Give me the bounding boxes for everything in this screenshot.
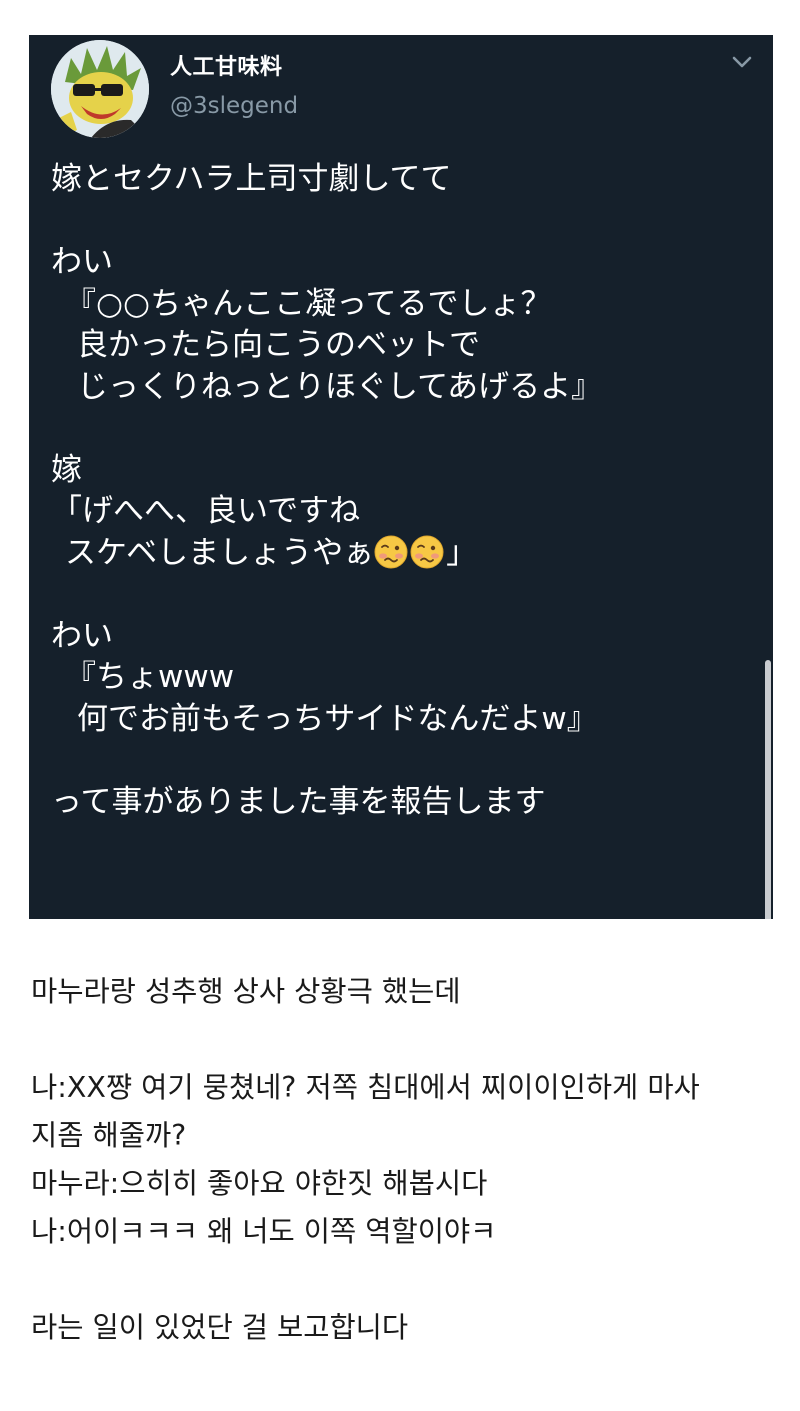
tweet-line: 良かったら向こうのベットで — [77, 327, 480, 363]
chevron-down-icon[interactable] — [729, 49, 755, 75]
translation-line: 마누라:으히히 좋아요 야한짓 해봅시다 — [31, 1167, 488, 1200]
tweet-line: わい — [51, 617, 113, 654]
tweet-card: 人工甘味料 @3slegend 嫁とセクハラ上司寸劇してて わい 『○○ちゃんこ… — [29, 35, 773, 919]
translation-line: 지좀 해줄까? — [31, 1119, 187, 1152]
tweet-line-text: 」 — [446, 534, 478, 571]
woozy-face-emoji — [410, 535, 444, 568]
translation-line: 나:XX쨩 여기 뭉쳤네? 저쪽 침대에서 찌이이인하게 마사 — [31, 1071, 700, 1104]
tweet-line: わい — [51, 244, 113, 280]
tweet-line-text: スケベしましょうやぁ — [65, 534, 375, 571]
translation-text: 마누라랑 성추행 상사 상황극 했는데 나:XX쨩 여기 뭉쳤네? 저쪽 침대에… — [31, 968, 771, 1352]
user-handle[interactable]: @3slegend — [170, 93, 298, 119]
avatar[interactable] — [51, 40, 149, 138]
tweet-line: じっくりねっとりほぐしてあげるよ』 — [77, 368, 603, 405]
avatar-image — [51, 40, 149, 138]
tweet-line: 嫁とセクハラ上司寸劇してて — [51, 161, 452, 197]
tweet-line: 何でお前もそっちサイドなんだよw』 — [77, 700, 598, 737]
display-name[interactable]: 人工甘味料 — [170, 49, 283, 81]
translation-line: 라는 일이 있었단 걸 보고합니다 — [31, 1311, 409, 1344]
woozy-face-emoji — [374, 535, 408, 568]
tweet-line: 『ちょwww — [65, 659, 235, 695]
tweet-line: スケベしましょうやぁ 」 — [51, 533, 751, 575]
translation-line: 마누라랑 성추행 상사 상황극 했는데 — [31, 975, 461, 1008]
scrollbar[interactable] — [765, 660, 771, 919]
tweet-line: 嫁 — [51, 451, 82, 488]
tweet-line: 『○○ちゃんここ凝ってるでしょ？ — [65, 285, 552, 322]
tweet-line: って事がありました事を報告します — [51, 783, 546, 820]
tweet-text: 嫁とセクハラ上司寸劇してて わい 『○○ちゃんここ凝ってるでしょ？ 良かったら向… — [51, 159, 751, 823]
translation-line: 나:어이ㅋㅋㅋ 왜 너도 이쪽 역할이야ㅋ — [31, 1215, 497, 1248]
tweet-line: 「げへへ、良いですね — [51, 493, 361, 529]
